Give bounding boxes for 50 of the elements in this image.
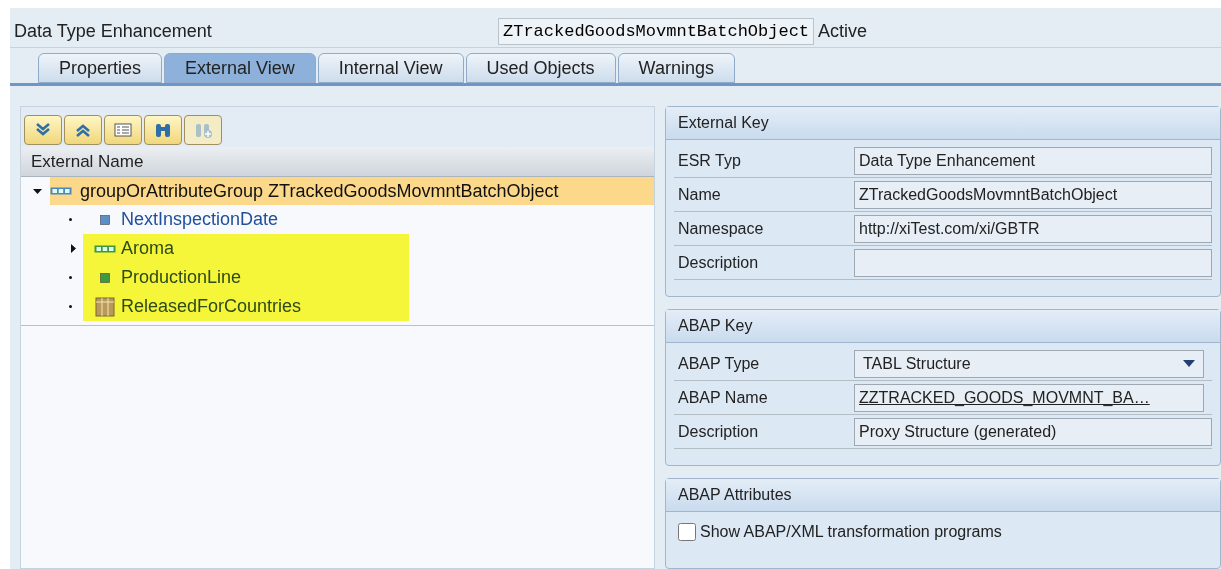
tab[interactable]: Used Objects xyxy=(465,53,616,83)
panel-title: ABAP Attributes xyxy=(666,479,1220,512)
group-icon xyxy=(50,187,72,195)
text-field[interactable]: Proxy Structure (generated) xyxy=(854,417,1212,446)
node-label: ReleasedForCountries xyxy=(121,295,302,318)
node-label: ProductionLine xyxy=(121,266,242,289)
bullet-icon xyxy=(69,276,72,279)
tab[interactable]: External View xyxy=(164,53,316,83)
tab[interactable]: Properties xyxy=(38,53,163,83)
toolbar-button[interactable] xyxy=(144,115,182,145)
caret-down-icon[interactable] xyxy=(33,186,42,196)
node-label: groupOrAttributeGroup ZTrackedGoodsMovmntBatchObject xyxy=(80,179,559,203)
tree-row[interactable]: NextInspectionDate xyxy=(83,205,409,234)
checkbox[interactable] xyxy=(678,523,696,541)
panel-title: ABAP Key xyxy=(666,310,1220,343)
bullet-icon xyxy=(69,218,72,221)
tree-row[interactable]: ProductionLine xyxy=(83,263,409,292)
dropdown[interactable]: TABL Structure xyxy=(854,349,1204,378)
tree-row[interactable]: Aroma xyxy=(83,234,409,263)
object-type-label: Data Type Enhancement xyxy=(13,20,213,43)
toolbar-button[interactable] xyxy=(64,115,102,145)
text-field[interactable] xyxy=(854,248,1212,277)
text-field[interactable]: http://xiTest.com/xi/GBTR xyxy=(854,214,1212,243)
node-label: NextInspectionDate xyxy=(121,208,279,231)
toolbar-button[interactable] xyxy=(24,115,62,145)
tab[interactable]: Internal View xyxy=(317,53,464,83)
list-icon xyxy=(113,120,133,140)
field-label: Name xyxy=(677,184,722,205)
object-name-field: ZTrackedGoodsMovmntBatchObject xyxy=(498,17,815,46)
tree-row[interactable]: groupOrAttributeGroup ZTrackedGoodsMovmntBatchObject xyxy=(50,177,654,205)
tab[interactable]: Warnings xyxy=(617,53,735,83)
status-label: Active xyxy=(818,20,868,43)
field-label: ABAP Type xyxy=(677,353,761,374)
tree-row[interactable]: ReleasedForCountries xyxy=(83,292,409,321)
node-label: Aroma xyxy=(121,237,174,260)
panel-title: External Key xyxy=(666,107,1220,140)
text-field[interactable]: Data Type Enhancement xyxy=(854,146,1212,175)
dropdown-arrow-icon xyxy=(1183,360,1195,367)
field-label: ESR Typ xyxy=(677,150,742,171)
caret-right-icon[interactable] xyxy=(69,244,78,253)
checkbox-label: Show ABAP/XML transformation programs xyxy=(700,522,1002,542)
column-header: External Name xyxy=(21,147,654,177)
field-label: Description xyxy=(677,252,760,273)
bullet-icon xyxy=(69,305,72,308)
field-label: Namespace xyxy=(677,218,765,239)
text-field[interactable]: ZTrackedGoodsMovmntBatchObject xyxy=(854,180,1212,209)
toolbar-button[interactable] xyxy=(104,115,142,145)
field-label: Description xyxy=(677,421,760,442)
field-label: ABAP Name xyxy=(677,387,769,408)
abap-name-field[interactable]: ZZTRACKED_GOODS_MOVMNT_BA… xyxy=(854,383,1204,412)
